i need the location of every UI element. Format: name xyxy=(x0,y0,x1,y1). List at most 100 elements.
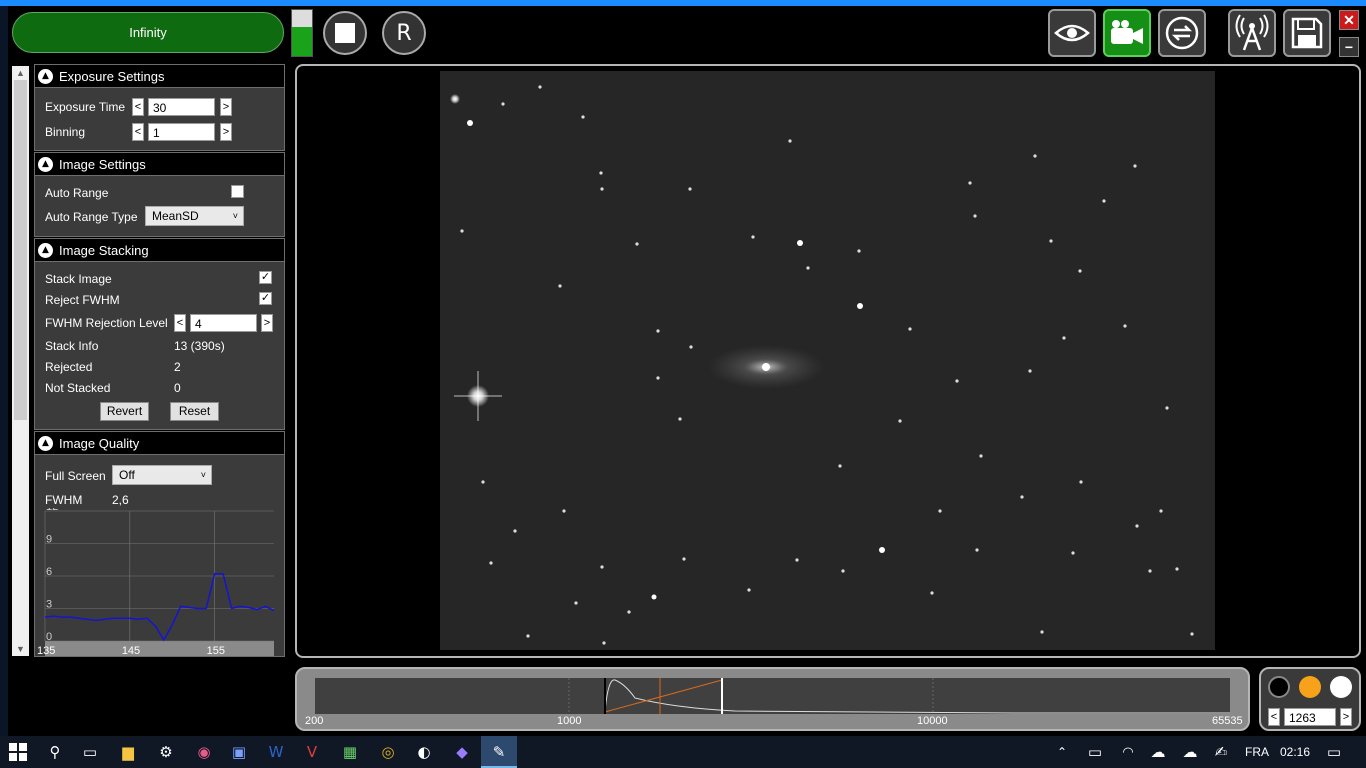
scroll-down-icon[interactable]: ▼ xyxy=(12,642,29,656)
star-point xyxy=(656,376,660,380)
app-icon-2[interactable]: ◉ xyxy=(192,740,216,764)
level-decrement[interactable]: < xyxy=(1268,708,1280,726)
collapse-chevron-icon[interactable]: ▲ xyxy=(38,68,53,84)
white-level-button[interactable] xyxy=(1330,676,1352,698)
exposure-settings-header[interactable]: ▲ Exposure Settings xyxy=(35,65,284,88)
vivaldi-icon[interactable]: V xyxy=(300,740,324,764)
minimize-button[interactable]: − xyxy=(1339,37,1359,57)
star-field-image[interactable] xyxy=(440,71,1215,650)
file-explorer-icon[interactable]: ▆ xyxy=(116,740,140,764)
fwhm-rejection-increment[interactable]: > xyxy=(261,314,273,332)
rejected-label: Rejected xyxy=(45,360,93,374)
fwhm-rejection-input[interactable]: 4 xyxy=(190,314,257,332)
app-icon-6[interactable]: ◆ xyxy=(450,740,474,764)
app-icon-3[interactable]: ▣ xyxy=(227,740,251,764)
auto-range-type-label: Auto Range Type xyxy=(45,210,138,224)
level-increment[interactable]: > xyxy=(1340,708,1352,726)
binning-input[interactable]: 1 xyxy=(148,123,215,141)
app-icon-5[interactable]: ◐ xyxy=(412,740,436,764)
battery-icon[interactable]: ▭ xyxy=(1083,740,1107,764)
chart-y-tick-label: 9 xyxy=(46,534,52,546)
save-button[interactable] xyxy=(1283,9,1331,57)
language-indicator[interactable]: FRA xyxy=(1245,745,1269,759)
chevron-up-icon[interactable]: ⌃ xyxy=(1050,740,1074,764)
stack-image-checkbox[interactable]: ✓ xyxy=(259,271,272,284)
black-level-button[interactable] xyxy=(1268,676,1290,698)
star-point xyxy=(908,327,912,331)
revert-button[interactable]: Revert xyxy=(100,402,149,421)
reset-stack-button[interactable]: Reset xyxy=(170,402,219,421)
sync-button[interactable] xyxy=(1158,9,1206,57)
app-icon-1[interactable]: ⚙ xyxy=(154,740,178,764)
star-point xyxy=(747,588,751,592)
background-window-edge xyxy=(0,6,8,736)
chart-axis-band xyxy=(45,641,274,656)
star-point xyxy=(1102,199,1106,203)
scroll-up-icon[interactable]: ▲ xyxy=(12,66,29,80)
app-icon-4[interactable]: ▦ xyxy=(338,740,362,764)
binning-decrement[interactable]: < xyxy=(132,123,144,141)
reset-label: R xyxy=(396,20,412,46)
image-settings-header[interactable]: ▲ Image Settings xyxy=(35,153,284,176)
rejected-value: 2 xyxy=(174,360,181,374)
upload-cloud-icon[interactable]: ☁ xyxy=(1178,740,1202,764)
chrome-icon[interactable]: ◎ xyxy=(376,740,400,764)
star-point xyxy=(1175,567,1179,571)
chart-x-tick-label: 145 xyxy=(122,645,140,657)
auto-range-checkbox[interactable] xyxy=(231,185,244,198)
exposure-time-decrement[interactable]: < xyxy=(132,98,144,116)
start-button[interactable] xyxy=(6,740,30,764)
histogram-plot[interactable] xyxy=(315,678,1230,714)
clock[interactable]: 02:16 xyxy=(1280,745,1310,759)
notifications-icon[interactable]: ▭ xyxy=(1322,740,1346,764)
midtone-level-button[interactable] xyxy=(1299,676,1321,698)
chart-x-tick-label: 155 xyxy=(207,645,225,657)
star-point xyxy=(526,634,530,638)
camera-button[interactable] xyxy=(1103,9,1151,57)
pen-icon[interactable]: ✍ xyxy=(1209,740,1233,764)
exposure-time-increment[interactable]: > xyxy=(220,98,232,116)
word-icon[interactable]: W xyxy=(264,740,288,764)
sequence-mode-button[interactable]: Infinity xyxy=(12,12,284,53)
collapse-chevron-icon[interactable]: ▲ xyxy=(38,242,53,258)
capture-app-icon: ✎ xyxy=(492,743,506,761)
broadcast-button[interactable] xyxy=(1228,9,1276,57)
wifi-icon[interactable]: ◠ xyxy=(1116,740,1140,764)
histogram-tick-10000: 10000 xyxy=(917,715,948,727)
collapse-chevron-icon[interactable]: ▲ xyxy=(38,435,53,451)
not-stacked-label: Not Stacked xyxy=(45,381,111,395)
reject-fwhm-checkbox[interactable]: ✓ xyxy=(259,292,272,305)
star-point xyxy=(1190,632,1194,636)
task-view-icon[interactable]: ▭ xyxy=(78,740,102,764)
scrollbar-thumb[interactable] xyxy=(14,80,27,420)
settings-scrollbar[interactable]: ▲ ▼ xyxy=(12,66,29,656)
stop-button[interactable] xyxy=(323,11,367,55)
view-button[interactable] xyxy=(1048,9,1096,57)
star-point xyxy=(538,85,542,89)
exposure-time-input[interactable]: 30 xyxy=(148,98,215,116)
auto-range-type-select[interactable]: MeanSD ˅ xyxy=(145,206,244,226)
progress-gauge xyxy=(291,9,313,57)
level-value-input[interactable]: 1263 xyxy=(1284,708,1336,726)
chevron-down-icon: ˅ xyxy=(200,470,206,480)
collapse-chevron-icon[interactable]: ▲ xyxy=(38,156,53,172)
close-button[interactable]: ✕ xyxy=(1339,10,1359,30)
star-point xyxy=(513,529,517,533)
reset-button[interactable]: R xyxy=(382,11,426,55)
full-screen-select[interactable]: Off ˅ xyxy=(112,465,212,485)
exposure-settings-panel: ▲ Exposure Settings Exposure Time < 30 > … xyxy=(34,64,285,151)
fwhm-rejection-decrement[interactable]: < xyxy=(174,314,186,332)
star-point xyxy=(1028,369,1032,373)
star-point xyxy=(1133,164,1137,168)
star-point xyxy=(979,454,983,458)
image-stacking-header[interactable]: ▲ Image Stacking xyxy=(35,239,284,262)
eye-icon xyxy=(1054,24,1090,42)
image-quality-header[interactable]: ▲ Image Quality xyxy=(35,432,284,455)
histogram-tick-200: 200 xyxy=(305,715,324,727)
star-point xyxy=(841,569,845,573)
star-point xyxy=(930,591,934,595)
search-icon[interactable]: ⚲ xyxy=(43,740,67,764)
stack-info-label: Stack Info xyxy=(45,339,99,353)
binning-increment[interactable]: > xyxy=(220,123,232,141)
cloud-icon[interactable]: ☁ xyxy=(1146,740,1170,764)
